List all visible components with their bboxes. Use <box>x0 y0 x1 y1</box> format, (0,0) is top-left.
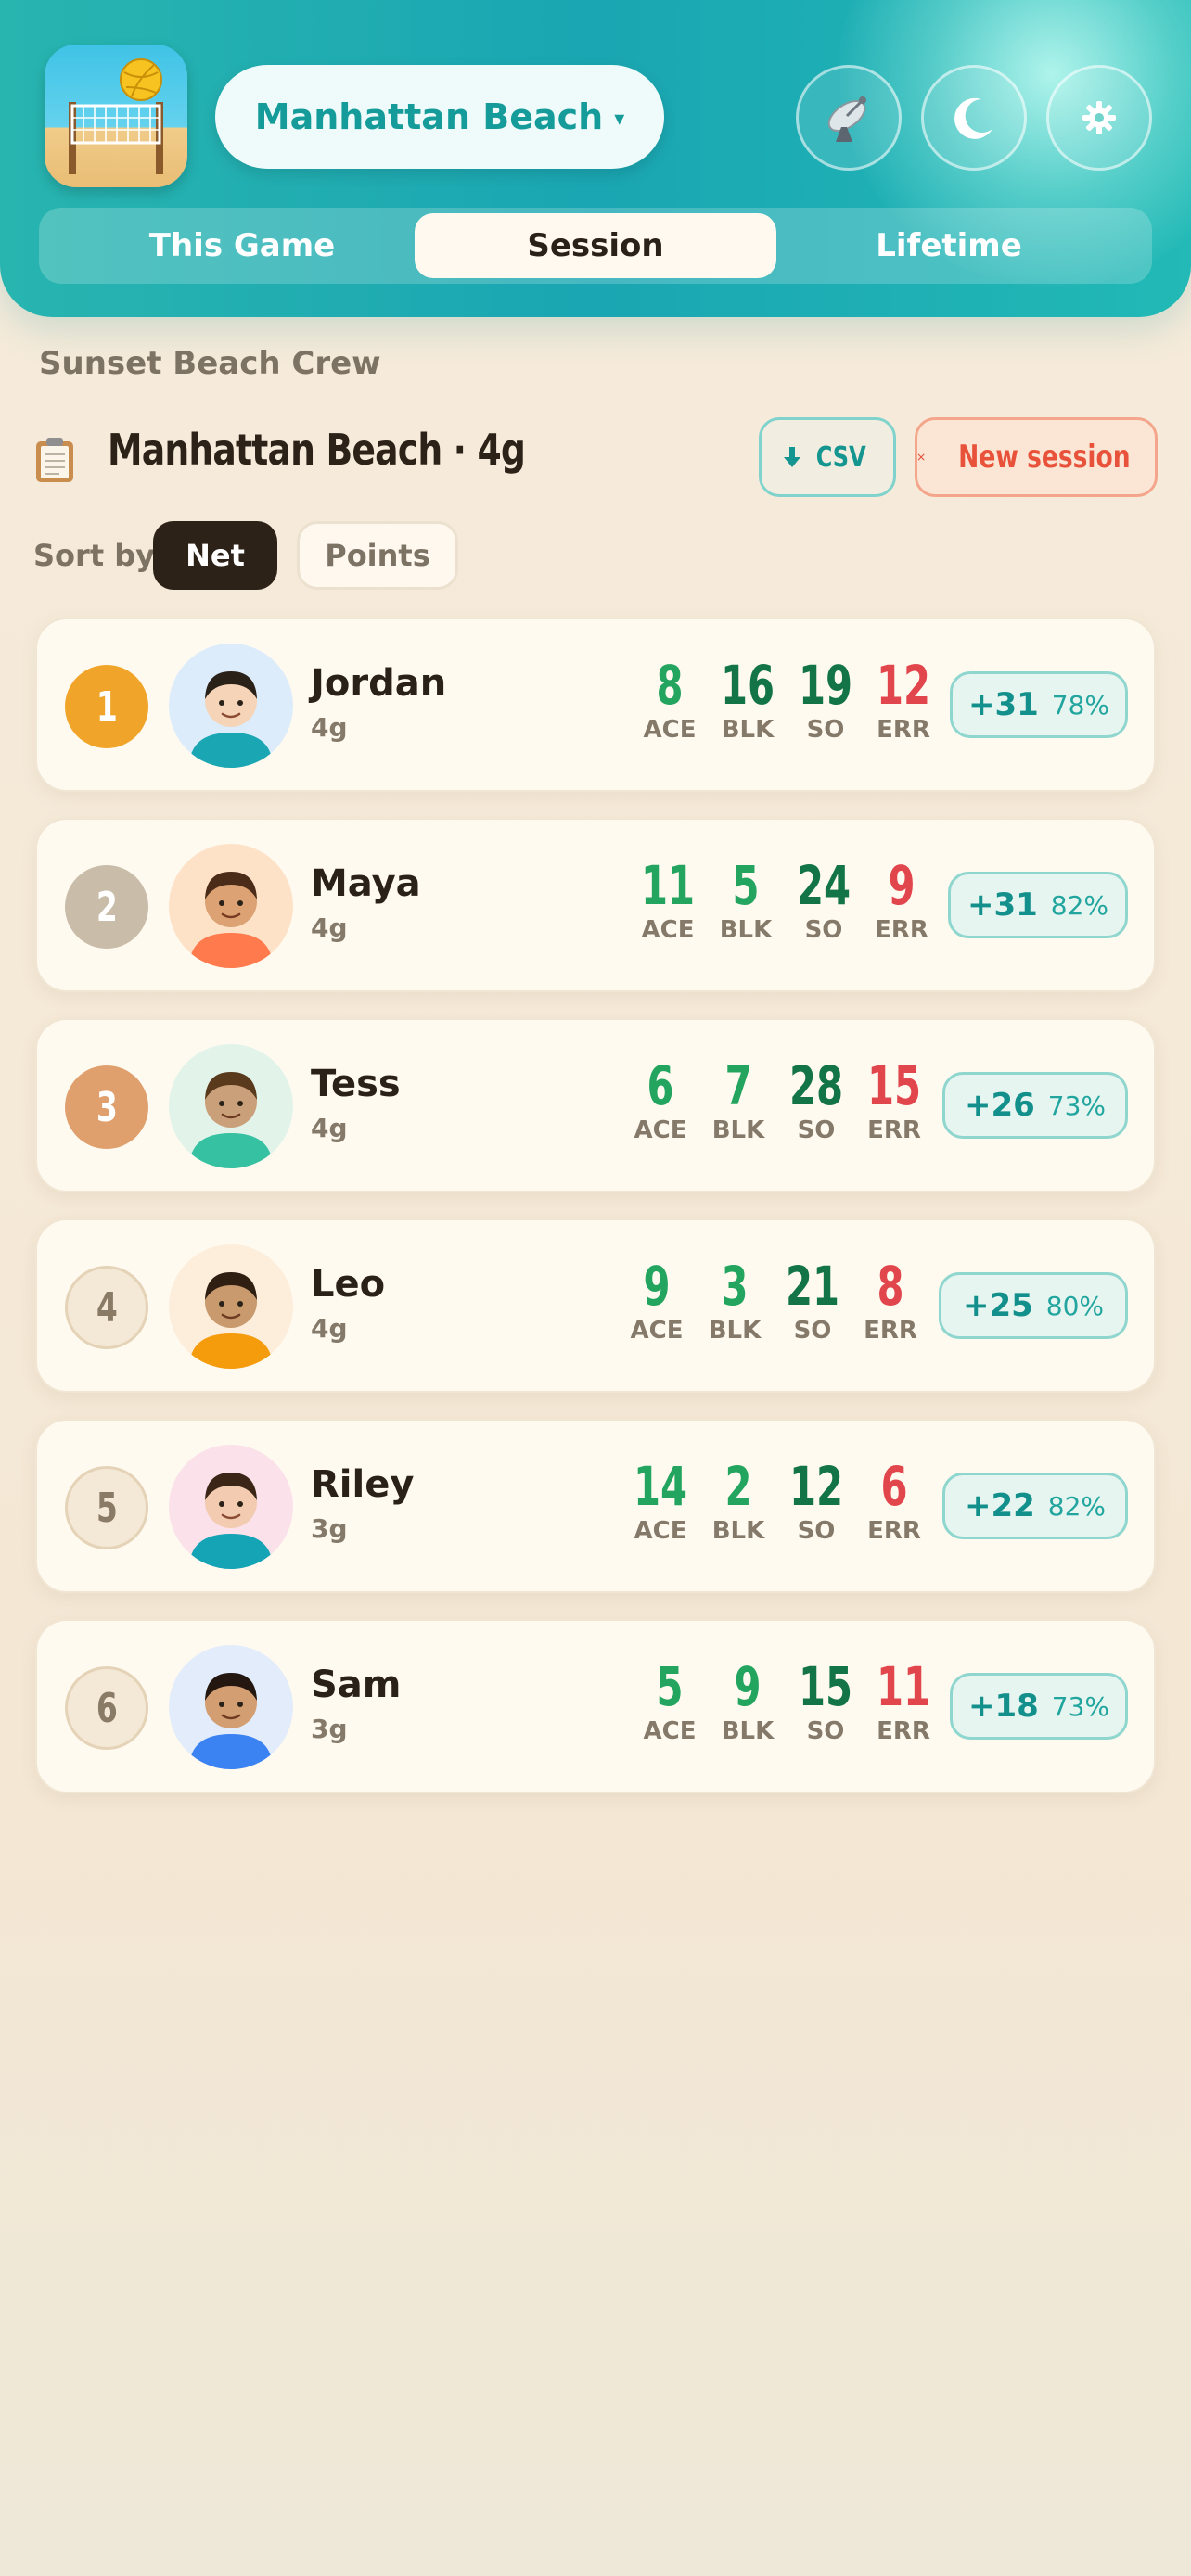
stat-blk: 3 BLK <box>708 1255 762 1345</box>
player-row[interactable]: 3 Tess 4g 6 ACE 7 BLK 28 SO 15 ERR +26 73% <box>35 1018 1156 1192</box>
clipboard-icon <box>36 438 73 482</box>
stat-so: 21 SO <box>785 1255 840 1345</box>
dark-mode-button[interactable] <box>921 65 1027 171</box>
avatar <box>169 1244 293 1369</box>
stat-so: 12 SO <box>788 1455 844 1545</box>
rank-badge: 4 <box>65 1266 148 1349</box>
scope-segmented-control: This Game Session Lifetime <box>39 208 1152 284</box>
rank-badge: 3 <box>65 1065 148 1149</box>
games-played: 4g <box>311 1113 348 1143</box>
stat-err: 11 ERR <box>876 1655 931 1745</box>
broadcast-button[interactable] <box>796 65 902 171</box>
chevron-down-icon: ▾ <box>614 107 625 131</box>
session-title: Manhattan Beach · 4g <box>108 425 526 475</box>
new-session-button[interactable]: New session <box>915 417 1158 497</box>
player-row[interactable]: 5 Riley 3g 14 ACE 2 BLK 12 SO 6 ERR +22 82% <box>35 1419 1156 1593</box>
stat-blk: 7 BLK <box>711 1054 765 1144</box>
net-score-pill: +25 80% <box>939 1272 1128 1339</box>
player-row[interactable]: 4 Leo 4g 9 ACE 3 BLK 21 SO 8 ERR +25 80% <box>35 1218 1156 1393</box>
player-row[interactable]: 1 Jordan 4g 8 ACE 16 BLK 19 SO 12 ERR +31 78% <box>35 618 1156 792</box>
stat-so: 24 SO <box>796 854 852 944</box>
avatar <box>169 1645 293 1769</box>
satellite-dish-icon <box>827 96 866 142</box>
sort-points-chip[interactable]: Points <box>297 521 458 590</box>
stat-err: 6 ERR <box>867 1455 921 1545</box>
stat-ace: 9 ACE <box>630 1255 684 1345</box>
player-row[interactable]: 6 Sam 3g 5 ACE 9 BLK 15 SO 11 ERR +18 73% <box>35 1619 1156 1793</box>
stat-err: 12 ERR <box>876 654 931 744</box>
tab-this-game[interactable]: This Game <box>61 213 423 278</box>
avatar <box>169 1445 293 1569</box>
stat-blk: 9 BLK <box>721 1655 775 1745</box>
stat-so: 28 SO <box>788 1054 844 1144</box>
net-score-pill: +31 82% <box>948 872 1128 938</box>
sort-label: Sort by <box>33 538 156 573</box>
group-name: Sunset Beach Crew <box>39 345 381 382</box>
stat-blk: 5 BLK <box>719 854 773 944</box>
venue-name: Manhattan Beach <box>254 96 604 137</box>
stat-so: 15 SO <box>798 1655 853 1745</box>
tab-lifetime[interactable]: Lifetime <box>768 213 1130 278</box>
stat-ace: 8 ACE <box>643 654 697 744</box>
stat-ace: 6 ACE <box>634 1054 687 1144</box>
tab-session[interactable]: Session <box>415 213 776 278</box>
net-score-pill: +31 78% <box>950 671 1128 738</box>
games-played: 3g <box>311 1714 348 1744</box>
stat-so: 19 SO <box>798 654 853 744</box>
rank-badge: 1 <box>65 665 148 748</box>
stat-ace: 14 ACE <box>633 1455 688 1545</box>
net-score-pill: +22 82% <box>942 1473 1128 1539</box>
player-name: Maya <box>311 862 421 905</box>
stat-blk: 2 BLK <box>711 1455 765 1545</box>
volleyball-net-app-icon[interactable] <box>45 45 187 187</box>
export-csv-button[interactable]: CSV <box>759 417 896 497</box>
stat-err: 9 ERR <box>875 854 928 944</box>
venue-selector-button[interactable]: Manhattan Beach ▾ <box>215 65 664 169</box>
csv-label: CSV <box>816 440 866 474</box>
player-name: Sam <box>311 1664 402 1706</box>
gear-icon <box>1082 101 1116 134</box>
new-session-label: New session <box>958 439 1131 476</box>
app-header: Manhattan Beach ▾ This Game Session Life… <box>0 0 1191 317</box>
rank-badge: 5 <box>65 1466 148 1549</box>
stat-err: 15 ERR <box>866 1054 922 1144</box>
games-played: 3g <box>311 1513 348 1544</box>
stat-blk: 16 BLK <box>720 654 775 744</box>
stat-ace: 11 ACE <box>640 854 696 944</box>
sort-net-chip[interactable]: Net <box>153 521 277 590</box>
games-played: 4g <box>311 1313 348 1344</box>
close-icon <box>917 453 925 461</box>
player-name: Riley <box>311 1463 415 1506</box>
download-arrow-icon <box>784 447 801 467</box>
moon-icon <box>954 97 992 139</box>
net-score-pill: +18 73% <box>950 1673 1128 1740</box>
stat-err: 8 ERR <box>864 1255 917 1345</box>
avatar <box>169 644 293 768</box>
games-played: 4g <box>311 712 348 743</box>
player-name: Tess <box>311 1063 401 1105</box>
games-played: 4g <box>311 912 348 943</box>
player-name: Leo <box>311 1263 386 1306</box>
avatar <box>169 844 293 968</box>
rank-badge: 2 <box>65 865 148 949</box>
stat-ace: 5 ACE <box>643 1655 697 1745</box>
rank-badge: 6 <box>65 1666 148 1750</box>
settings-button[interactable] <box>1046 65 1152 171</box>
avatar <box>169 1044 293 1168</box>
net-score-pill: +26 73% <box>942 1072 1128 1139</box>
player-name: Jordan <box>311 662 447 705</box>
player-row[interactable]: 2 Maya 4g 11 ACE 5 BLK 24 SO 9 ERR +31 82% <box>35 818 1156 992</box>
